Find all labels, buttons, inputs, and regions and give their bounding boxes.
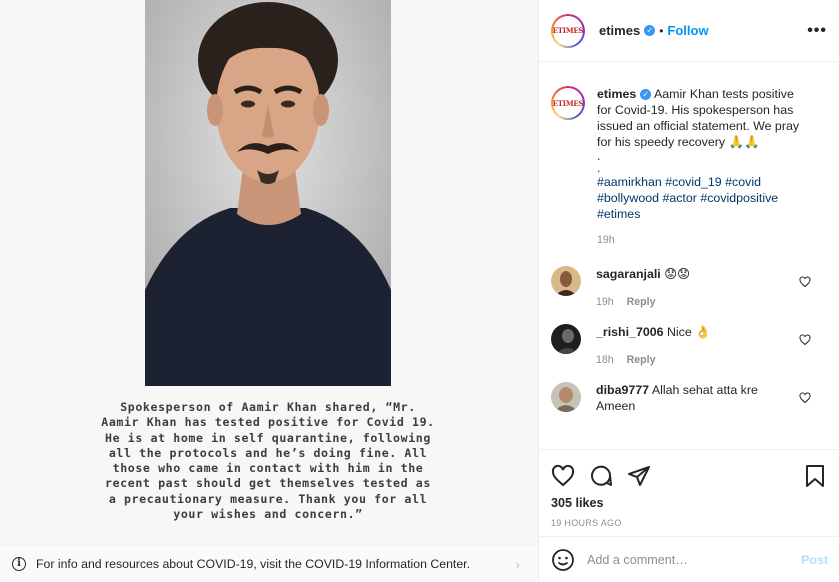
hashtag-link[interactable]: #etimes: [597, 207, 640, 221]
comment-item: _rishi_7006 Nice 👌 18h Reply: [551, 324, 827, 368]
comment-text: Nice 👌: [666, 325, 711, 339]
comments-list[interactable]: ETIMES etimes ✓ Aamir Khan tests positive…: [539, 62, 839, 449]
caption-username[interactable]: etimes: [597, 87, 636, 101]
etimes-logo: ETIMES: [552, 98, 584, 108]
post-comment-button[interactable]: Post: [801, 553, 828, 567]
hashtag-link[interactable]: #bollywood: [597, 191, 659, 205]
post-photo: [145, 0, 391, 386]
comment-username[interactable]: sagaranjali: [596, 267, 661, 281]
header-username[interactable]: etimes: [599, 23, 640, 38]
more-options-icon[interactable]: •••: [807, 22, 827, 40]
likes-count[interactable]: 305 likes: [551, 496, 828, 510]
covid-info-bar[interactable]: i For info and resources about COVID-19,…: [0, 545, 538, 582]
avatar[interactable]: ETIMES: [551, 13, 585, 48]
comment-input[interactable]: [587, 552, 787, 567]
post-media[interactable]: Spokesperson of Aamir Khan shared, “Mr. …: [0, 0, 538, 545]
covid-info-text[interactable]: For info and resources about COVID-19, v…: [36, 557, 470, 571]
like-comment-icon[interactable]: [799, 276, 811, 288]
comment-username[interactable]: _rishi_7006: [596, 325, 664, 339]
header-separator: •: [659, 23, 664, 38]
etimes-logo: ETIMES: [552, 26, 584, 35]
hashtag-link[interactable]: #covid: [725, 175, 761, 189]
verified-badge-icon: ✓: [640, 89, 652, 101]
caption-dot: .: [597, 161, 601, 175]
hashtag-link[interactable]: #aamirkhan: [597, 175, 662, 189]
comment-time[interactable]: 18h: [596, 354, 614, 366]
info-icon: i: [12, 557, 26, 571]
caption-time[interactable]: 19h: [597, 232, 802, 248]
comment-text: 😟😟: [664, 267, 691, 281]
chevron-right-icon[interactable]: ›: [516, 557, 520, 572]
post-header: ETIMES etimes ✓ • Follow •••: [539, 0, 839, 62]
bookmark-icon[interactable]: [804, 464, 826, 488]
share-paper-plane-icon[interactable]: [627, 464, 651, 488]
post-side-panel: ETIMES etimes ✓ • Follow ••• ETIMES etim…: [538, 0, 839, 582]
caption-dot: .: [597, 149, 601, 163]
hashtags: #aamirkhan #covid_19 #covid #bollywood #…: [597, 174, 802, 222]
comment-item: sagaranjali 😟😟 19h Reply: [551, 266, 827, 310]
follow-button[interactable]: Follow: [667, 23, 708, 38]
caption: ETIMES etimes ✓ Aamir Khan tests positive…: [551, 86, 827, 248]
post-statement-text: Spokesperson of Aamir Khan shared, “Mr. …: [101, 400, 435, 522]
comment-item: diba9777 Allah sehat atta kre Ameen: [551, 382, 827, 414]
reply-button[interactable]: Reply: [627, 354, 656, 366]
avatar[interactable]: [551, 382, 581, 412]
like-comment-icon[interactable]: [799, 392, 811, 404]
comment-bubble-icon[interactable]: [589, 464, 613, 488]
like-heart-icon[interactable]: [551, 464, 575, 488]
portrait-image: [145, 0, 391, 386]
hashtag-link[interactable]: #actor: [662, 191, 696, 205]
add-comment-bar: Post: [539, 536, 839, 582]
post-date[interactable]: 19 HOURS AGO: [551, 518, 828, 528]
like-comment-icon[interactable]: [799, 334, 811, 346]
reply-button[interactable]: Reply: [627, 296, 656, 308]
post-actions: 305 likes 19 HOURS AGO: [539, 449, 839, 528]
hashtag-link[interactable]: #covid_19: [665, 175, 722, 189]
comment-time[interactable]: 19h: [596, 296, 614, 308]
comment-username[interactable]: diba9777: [596, 383, 649, 397]
verified-badge-icon: ✓: [644, 25, 656, 36]
caption-avatar[interactable]: ETIMES: [551, 86, 585, 120]
avatar[interactable]: [551, 324, 581, 354]
avatar[interactable]: [551, 266, 581, 296]
emoji-icon[interactable]: [551, 548, 575, 572]
hashtag-link[interactable]: #covidpositive: [700, 191, 778, 205]
